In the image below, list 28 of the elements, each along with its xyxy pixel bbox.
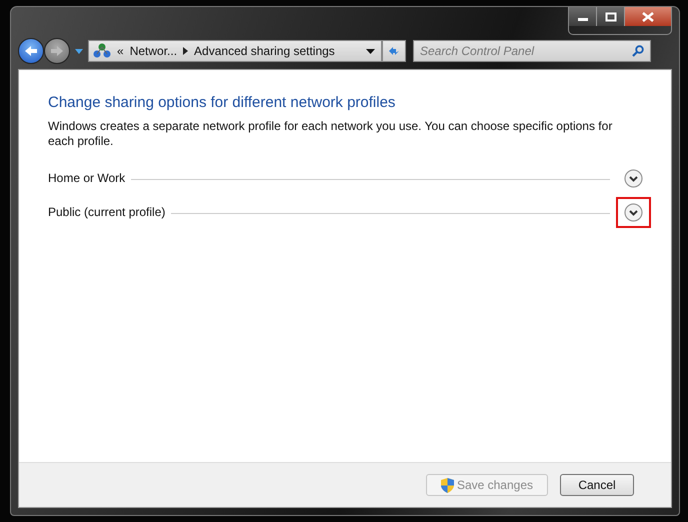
- profile-label: Home or Work: [48, 171, 126, 185]
- minimize-icon: [578, 18, 588, 21]
- refresh-button[interactable]: [382, 40, 406, 62]
- breadcrumb-arrow-icon: [183, 47, 188, 55]
- close-button[interactable]: [625, 7, 671, 26]
- dropdown-arrow-icon[interactable]: [366, 48, 375, 54]
- address-bar[interactable]: « Networ... Advanced sharing settings: [88, 40, 382, 62]
- minimize-button[interactable]: [569, 7, 597, 26]
- page-heading: Change sharing options for different network profiles: [48, 94, 396, 111]
- expand-chevron-icon[interactable]: [624, 168, 643, 188]
- maximize-icon: [604, 12, 616, 22]
- footer-button[interactable]: Cancel: [560, 474, 634, 496]
- search-field[interactable]: Search Control Panel: [413, 40, 651, 62]
- back-button[interactable]: [18, 38, 44, 64]
- network-icon: [93, 43, 111, 59]
- back-arrow-icon: [24, 45, 38, 57]
- forward-arrow-icon: [50, 45, 64, 57]
- profile-label: Public (current profile): [48, 205, 166, 219]
- close-icon: [641, 12, 655, 22]
- search-icon: [632, 45, 644, 57]
- breadcrumb[interactable]: Advanced sharing settings: [194, 44, 335, 58]
- description-text: Windows creates a separate network profile for each network you use. You can choose specific options for each profile.: [48, 119, 614, 149]
- expand-chevron-icon[interactable]: [624, 202, 643, 222]
- shield-icon: [440, 478, 454, 492]
- overflow-chevron[interactable]: «: [117, 44, 124, 58]
- forward-button[interactable]: [44, 38, 70, 64]
- breadcrumb[interactable]: Networ...: [130, 44, 178, 58]
- maximize-button[interactable]: [597, 7, 625, 26]
